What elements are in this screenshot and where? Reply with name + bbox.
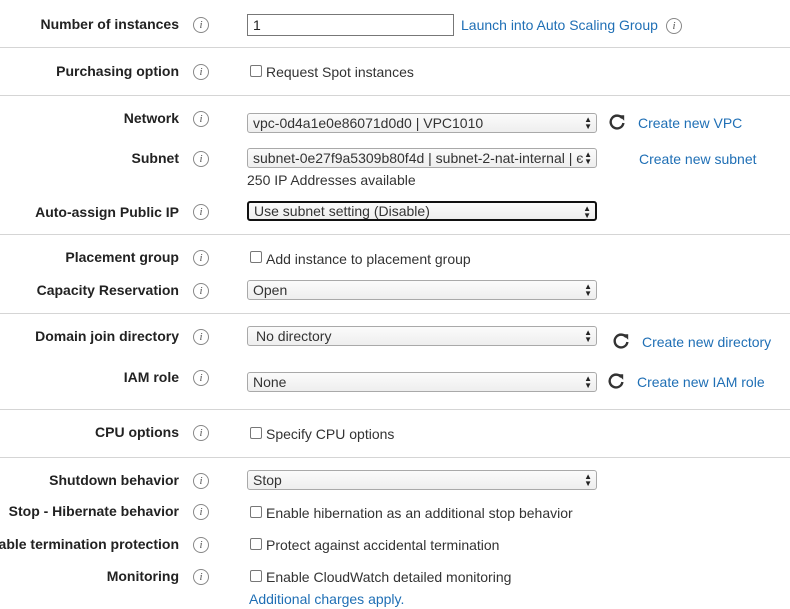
divider <box>0 409 790 410</box>
iam-role-label: IAM role <box>123 369 179 385</box>
info-icon[interactable]: i <box>193 425 209 441</box>
select-caret-icon: ▲ ▼ <box>584 328 592 344</box>
info-icon[interactable]: i <box>193 537 209 553</box>
info-icon[interactable]: i <box>666 18 682 34</box>
select-caret-icon: ▲ ▼ <box>584 282 592 298</box>
hibernation-checkbox-label: Enable hibernation as an additional stop… <box>266 505 573 521</box>
info-icon[interactable]: i <box>193 204 209 220</box>
select-caret-icon: ▲ ▼ <box>584 472 592 488</box>
divider <box>0 47 790 48</box>
additional-charges-link[interactable]: Additional charges apply. <box>249 590 404 608</box>
cpu-options-checkbox[interactable] <box>250 427 262 439</box>
number-of-instances-input[interactable] <box>247 14 454 36</box>
divider <box>0 313 790 314</box>
shutdown-behavior-label: Shutdown behavior <box>49 472 179 488</box>
request-spot-label: Request Spot instances <box>266 64 414 80</box>
launch-into-asg-link[interactable]: Launch into Auto Scaling Group <box>461 16 658 34</box>
create-new-directory-link[interactable]: Create new directory <box>642 333 771 351</box>
request-spot-checkbox[interactable] <box>250 65 262 77</box>
info-icon[interactable]: i <box>193 370 209 386</box>
capacity-reservation-select-value: Open <box>253 282 288 298</box>
network-select-value: vpc-0d4a1e0e86071d0d0 | VPC1010 <box>253 115 484 131</box>
divider <box>0 457 790 458</box>
select-caret-icon: ▲ ▼ <box>584 150 592 166</box>
domain-join-label: Domain join directory <box>35 328 179 344</box>
auto-assign-ip-label: Auto-assign Public IP <box>35 204 179 220</box>
select-caret-icon: ▲ ▼ <box>584 115 592 131</box>
info-icon[interactable]: i <box>193 569 209 585</box>
hibernation-checkbox[interactable] <box>250 506 262 518</box>
placement-group-label: Placement group <box>65 249 179 265</box>
info-icon[interactable]: i <box>193 473 209 489</box>
capacity-reservation-select[interactable]: Open ▲ ▼ <box>247 280 597 300</box>
iam-role-select[interactable]: None ▲ ▼ <box>247 372 597 392</box>
info-icon[interactable]: i <box>193 111 209 127</box>
create-new-subnet-link[interactable]: Create new subnet <box>639 150 757 168</box>
domain-join-select-value: No directory <box>256 328 332 344</box>
number-of-instances-label: Number of instances <box>40 16 179 32</box>
refresh-icon[interactable] <box>612 332 630 350</box>
divider <box>0 95 790 96</box>
info-icon[interactable]: i <box>193 504 209 520</box>
info-icon[interactable]: i <box>193 250 209 266</box>
termination-protection-checkbox-label: Protect against accidental termination <box>266 537 500 553</box>
shutdown-behavior-select[interactable]: Stop ▲ ▼ <box>247 470 597 490</box>
placement-group-checkbox-label: Add instance to placement group <box>266 251 471 267</box>
subnet-select-value: subnet-0e27f9a5309b80f4d | subnet-2-nat-… <box>253 150 584 166</box>
info-icon[interactable]: i <box>193 151 209 167</box>
auto-assign-ip-select-value: Use subnet setting (Disable) <box>254 203 430 219</box>
cpu-options-label: CPU options <box>95 424 179 440</box>
shutdown-behavior-select-value: Stop <box>253 472 282 488</box>
info-icon[interactable]: i <box>193 283 209 299</box>
capacity-reservation-label: Capacity Reservation <box>36 282 179 298</box>
divider <box>0 234 790 235</box>
cloudwatch-monitoring-checkbox-label: Enable CloudWatch detailed monitoring <box>266 569 512 585</box>
info-icon[interactable]: i <box>193 329 209 345</box>
purchasing-option-label: Purchasing option <box>56 63 179 79</box>
select-caret-icon: ▲ ▼ <box>584 374 592 390</box>
info-icon[interactable]: i <box>193 17 209 33</box>
refresh-icon[interactable] <box>608 113 626 131</box>
cpu-options-checkbox-label: Specify CPU options <box>266 426 395 442</box>
domain-join-select[interactable]: No directory ▲ ▼ <box>247 326 597 346</box>
create-new-vpc-link[interactable]: Create new VPC <box>638 114 742 132</box>
info-icon[interactable]: i <box>193 64 209 80</box>
monitoring-label: Monitoring <box>106 568 179 584</box>
cloudwatch-monitoring-checkbox[interactable] <box>250 570 262 582</box>
subnet-label: Subnet <box>131 150 179 166</box>
create-new-iam-role-link[interactable]: Create new IAM role <box>637 373 765 391</box>
auto-assign-ip-select[interactable]: Use subnet setting (Disable) ▲ ▼ <box>247 201 597 221</box>
network-label: Network <box>123 110 179 126</box>
placement-group-checkbox[interactable] <box>250 251 262 263</box>
termination-protection-label: Enable termination protection <box>0 536 179 552</box>
subnet-ip-available-text: 250 IP Addresses available <box>247 172 416 188</box>
network-select[interactable]: vpc-0d4a1e0e86071d0d0 | VPC1010 ▲ ▼ <box>247 113 597 133</box>
stop-hibernate-label: Stop - Hibernate behavior <box>8 503 179 519</box>
subnet-select[interactable]: subnet-0e27f9a5309b80f4d | subnet-2-nat-… <box>247 148 597 168</box>
select-caret-icon: ▲ ▼ <box>583 204 591 220</box>
refresh-icon[interactable] <box>607 372 625 390</box>
termination-protection-checkbox[interactable] <box>250 538 262 550</box>
iam-role-select-value: None <box>253 374 287 390</box>
